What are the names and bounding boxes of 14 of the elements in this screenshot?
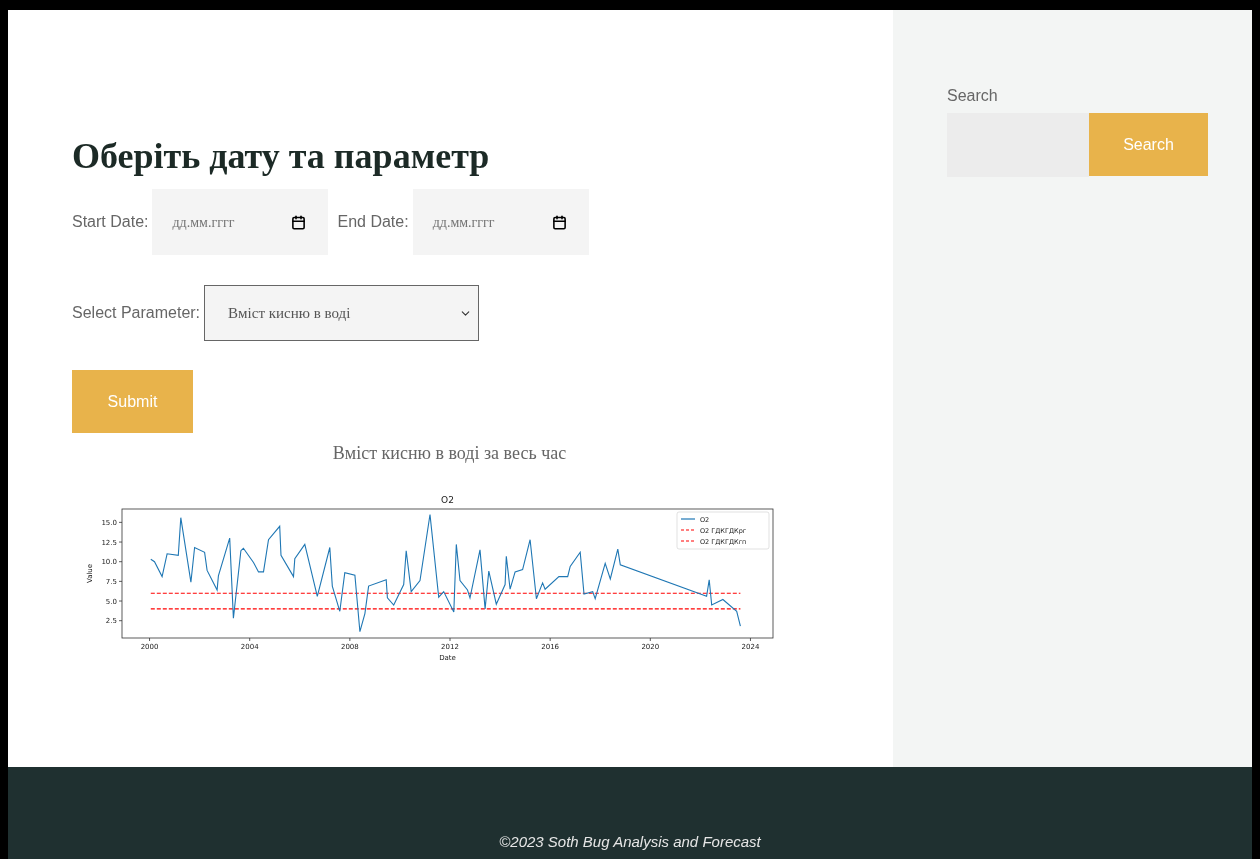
chart-heading: Вміст кисню в воді за весь час bbox=[331, 442, 568, 465]
field-label: Select Parameter: bbox=[72, 303, 201, 323]
date-field[interactable]: дд.мм.гггг bbox=[152, 189, 329, 255]
calendar-icon[interactable] bbox=[291, 214, 307, 230]
field-label: Start Date: bbox=[72, 212, 149, 232]
parameter-select[interactable]: Вміст кисню в воді bbox=[204, 285, 480, 341]
footer-text: ©2023 Soth Bug Analysis and Forecast bbox=[499, 831, 761, 852]
date-field[interactable]: дд.мм.гггг bbox=[412, 189, 589, 255]
calendar-icon[interactable] bbox=[551, 214, 567, 230]
search-label: Search bbox=[947, 86, 999, 106]
page-heading: Оберіть дату та параметр bbox=[72, 135, 491, 178]
search-field[interactable] bbox=[947, 113, 1089, 177]
chart-title: O2 bbox=[441, 495, 454, 505]
field-label: End Date: bbox=[337, 212, 409, 232]
